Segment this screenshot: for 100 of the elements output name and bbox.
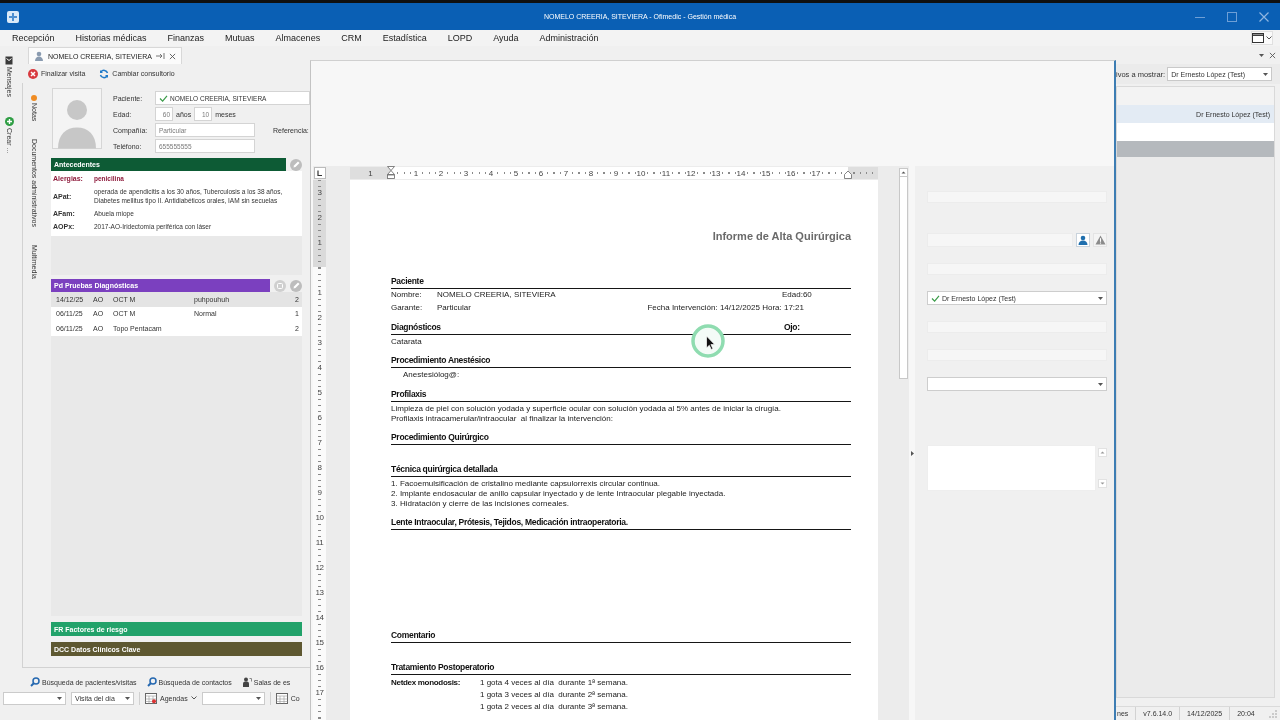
field-label: Garante:	[391, 301, 424, 314]
caret-icon	[1263, 72, 1268, 76]
ruler-number: 17	[315, 688, 324, 697]
menu-item[interactable]: Finanzas	[167, 33, 205, 43]
document-text: Limpieza de piel con solución yodada y superficie ocular con solución yodada al 5% antes de iniciar la cirugía.	[391, 404, 782, 414]
ruler-number: 8	[317, 463, 322, 472]
document-text: 3. Hidratación y cierre de las incisiones corneales.	[391, 499, 570, 509]
menu-item[interactable]: Mutuas	[225, 33, 255, 43]
section-heading: Procedimiento Anestésico	[391, 355, 491, 366]
ruler-number: 3	[317, 188, 322, 197]
field-value: NOMELO CREERIA, SITEVIERA	[437, 289, 557, 301]
ruler-number: 5	[512, 168, 520, 178]
pencil-icon[interactable]	[290, 158, 302, 171]
ruler-number: 16	[785, 168, 797, 178]
field-label: Nombre:	[391, 289, 423, 301]
search-icon	[30, 677, 40, 687]
chevron-icon	[190, 696, 197, 700]
person-icon	[1078, 235, 1088, 245]
ruler-number: 6	[537, 168, 545, 178]
menu-item[interactable]: Administración	[539, 33, 599, 43]
dropdown[interactable]	[3, 691, 66, 705]
menu-item[interactable]: Almacenes	[275, 33, 321, 43]
warning-icon	[1094, 235, 1106, 245]
menu-item[interactable]: Ayuda	[493, 33, 519, 43]
ruler-number: 14	[735, 168, 747, 178]
field-value: Fecha Intervención: 14/12/2025 Hora: 17:21	[647, 301, 805, 314]
section-heading: Procedimiento Quirúrgico	[391, 432, 489, 443]
ruler-number: 1	[317, 238, 322, 247]
section-heading: Tratamiento Postoperatorio	[391, 662, 495, 673]
scroll-up-icon[interactable]	[899, 168, 908, 177]
ruler-number: 12	[315, 563, 324, 572]
ruler-number: 11	[315, 538, 324, 547]
ruler-number: 15	[315, 638, 324, 647]
section-heading: Diagnósticos	[391, 322, 441, 333]
ruler-number: 13	[710, 168, 722, 178]
pencil-icon[interactable]	[290, 279, 302, 292]
ruler-number: 15	[760, 168, 772, 178]
table-row[interactable]	[1117, 123, 1274, 141]
menu-item[interactable]: Estadística	[382, 33, 427, 43]
caret-icon	[1098, 382, 1103, 386]
app-logo-icon	[7, 10, 19, 23]
scroll-down-icon[interactable]	[1098, 479, 1107, 488]
caret-icon	[1098, 296, 1103, 300]
field-value: Edad:60	[782, 289, 813, 301]
close-icon[interactable]	[1259, 11, 1269, 22]
ruler-number: 9	[317, 488, 322, 497]
dose-text: 1 gota 2 veces al día durante 3ª semana.	[480, 701, 629, 713]
caret-icon	[1259, 53, 1264, 57]
scroll-up-icon[interactable]	[1098, 448, 1107, 457]
ruler-number: 3	[462, 168, 470, 178]
add-icon	[4, 116, 14, 126]
ruler-number: 13	[315, 588, 324, 597]
ruler-number: 14	[315, 613, 324, 622]
maximize-icon[interactable]	[1227, 11, 1237, 22]
person-icon	[34, 51, 44, 61]
window-icon	[1252, 33, 1264, 43]
ruler-number: 12	[685, 168, 697, 178]
indent-marker-icon[interactable]	[387, 166, 395, 179]
ruler-number: 1	[367, 168, 374, 178]
menu-item[interactable]: LOPD	[447, 33, 473, 43]
ruler-number: 8	[587, 168, 595, 178]
document-text: 1. Facoemulsificación de cristalino mediante capsulorrexis circular continua.	[391, 479, 661, 489]
section-heading: Técnica quirúrgica detallada	[391, 464, 498, 475]
ruler-number: 9	[612, 168, 620, 178]
splitter-arrow-icon[interactable]	[910, 451, 914, 456]
dose-text: 1 gota 4 veces al día durante 1ª semana.	[480, 677, 629, 689]
person-icon	[241, 677, 252, 687]
section-heading: Comentario	[391, 630, 436, 641]
layout-button[interactable]	[1251, 31, 1273, 45]
field-value: Particular	[437, 301, 472, 314]
ruler-number: 1	[317, 288, 322, 297]
square-icon[interactable]	[274, 279, 286, 292]
refresh-icon	[99, 68, 110, 79]
arrow-to-bar-icon[interactable]	[155, 52, 165, 60]
menu-item[interactable]: Historias médicas	[75, 33, 147, 43]
warning-button[interactable]	[1093, 233, 1107, 247]
ruler-number: 7	[562, 168, 570, 178]
ruler-number: 4	[317, 363, 322, 372]
document-text: 2. Implante endosacular de anillo capsular inyectado y de lente Intraocular plegable inyectada.	[391, 489, 727, 499]
ruler-number: 17	[810, 168, 822, 178]
document-text: Profilaxis intracamerular/intraocular al finalizar la intervención:	[391, 414, 614, 424]
ruler-number: 1	[412, 168, 420, 178]
ruler-number: 10	[635, 168, 647, 178]
document-text: Anestesiólog@:	[403, 369, 461, 381]
menu-item[interactable]: CRM	[341, 33, 362, 43]
caret-icon	[255, 696, 261, 700]
close-icon[interactable]	[1269, 51, 1276, 59]
dropdown[interactable]	[927, 377, 1107, 391]
ruler-number: 11	[660, 168, 672, 178]
menu-item[interactable]: Recepción	[12, 33, 55, 43]
person-button[interactable]	[1076, 233, 1090, 247]
ruler-number: 3	[317, 338, 322, 347]
close-icon[interactable]	[168, 52, 176, 60]
section-heading: Paciente	[391, 276, 424, 287]
avatar-silhouette-icon	[52, 88, 102, 149]
scrollbar-thumb[interactable]	[899, 177, 908, 379]
dropdown[interactable]	[201, 691, 265, 705]
caret-icon	[57, 696, 62, 700]
ruler-number: 4	[487, 168, 495, 178]
drug-name: Netdex monodosis:	[391, 677, 462, 689]
